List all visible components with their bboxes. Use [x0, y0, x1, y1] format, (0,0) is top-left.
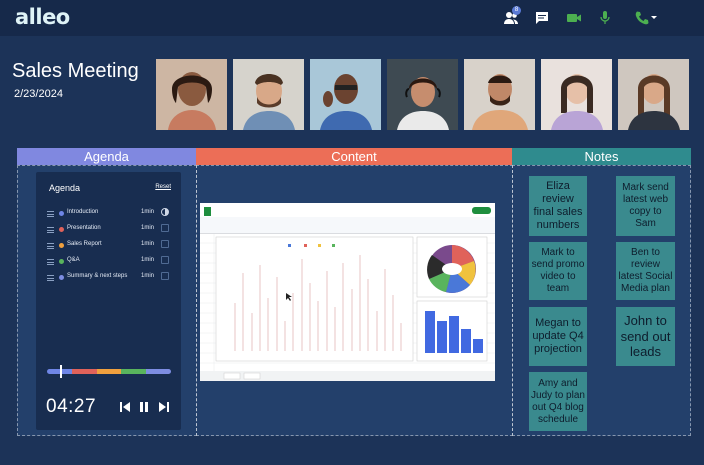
agenda-item-duration: 1min [141, 225, 155, 231]
agenda-item-dot [59, 243, 64, 248]
agenda-progress-bar[interactable] [47, 369, 171, 374]
drag-handle-icon[interactable] [47, 211, 54, 217]
agenda-item-duration: 1min [141, 241, 155, 247]
agenda-item-duration: 1min [141, 209, 155, 215]
agenda-item-label: Sales Report [67, 241, 102, 247]
agenda-header: Agenda [17, 148, 196, 165]
sticky-note[interactable]: Mark to send promo video to team [529, 242, 587, 300]
agenda-card-title: Agenda [49, 183, 81, 193]
chevron-down-icon[interactable] [650, 10, 658, 26]
agenda-item-dot [59, 275, 64, 280]
app-logo[interactable]: alleo [15, 5, 70, 29]
participant-video-5[interactable] [464, 59, 535, 130]
pause-icon[interactable] [138, 401, 150, 413]
agenda-item[interactable]: Summary & next steps 1min [47, 272, 172, 286]
sticky-note[interactable]: Megan to update Q4 projection [529, 307, 587, 366]
agenda-item[interactable]: Introduction 1min [47, 208, 172, 222]
agenda-item[interactable]: Presentation 1min [47, 224, 172, 238]
agenda-reset-link[interactable]: Reset [155, 184, 171, 190]
notes-header: Notes [512, 148, 691, 165]
participant-video-1[interactable] [156, 59, 227, 130]
participant-video-6[interactable] [541, 59, 612, 130]
agenda-item-dot [59, 211, 64, 216]
agenda-item-duration: 1min [141, 257, 155, 263]
drag-handle-icon[interactable] [47, 243, 54, 249]
sticky-note[interactable]: Ben to review latest Social Media plan [616, 242, 675, 300]
sticky-note[interactable]: Eliza review final sales numbers [529, 176, 587, 236]
next-icon[interactable] [158, 401, 170, 413]
participants-badge: 8 [512, 6, 521, 15]
sticky-note[interactable]: Amy and Judy to plan out Q4 blog schedul… [529, 372, 587, 431]
agenda-item-progress-icon [161, 208, 169, 216]
agenda-item[interactable]: Sales Report 1min [47, 240, 172, 254]
participant-video-4[interactable] [387, 59, 458, 130]
agenda-item-duration: 1min [141, 273, 155, 279]
drag-handle-icon[interactable] [47, 227, 54, 233]
agenda-item[interactable]: Q&A 1min [47, 256, 172, 270]
agenda-item-label: Introduction [67, 209, 99, 215]
participant-video-7[interactable] [618, 59, 689, 130]
agenda-item-checkbox[interactable] [161, 256, 169, 264]
shared-spreadsheet[interactable] [200, 203, 495, 381]
content-header: Content [196, 148, 512, 165]
agenda-item-dot [59, 259, 64, 264]
sheets-logo-icon [204, 207, 211, 216]
agenda-card: Agenda Reset Introduction 1min Presentat… [36, 172, 181, 430]
progress-marker[interactable] [60, 365, 62, 378]
agenda-item-checkbox[interactable] [161, 240, 169, 248]
microphone-icon[interactable] [597, 10, 613, 26]
participant-video-2[interactable] [233, 59, 304, 130]
chat-icon[interactable] [534, 10, 550, 26]
previous-icon[interactable] [119, 401, 131, 413]
drag-handle-icon[interactable] [47, 275, 54, 281]
agenda-item-dot [59, 227, 64, 232]
meeting-title: Sales Meeting [12, 60, 139, 82]
camera-icon[interactable] [566, 10, 582, 26]
agenda-item-checkbox[interactable] [161, 272, 169, 280]
agenda-item-label: Summary & next steps [67, 273, 128, 279]
participant-video-3[interactable] [310, 59, 381, 130]
drag-handle-icon[interactable] [47, 259, 54, 265]
sticky-note[interactable]: John to send out leads [616, 307, 675, 366]
agenda-item-label: Q&A [67, 257, 80, 263]
agenda-item-checkbox[interactable] [161, 224, 169, 232]
agenda-timer: 04:27 [46, 396, 97, 417]
meeting-date: 2/23/2024 [14, 88, 63, 100]
sticky-note[interactable]: Mark send latest web copy to Sam [616, 176, 675, 236]
spreadsheet-view [200, 207, 495, 381]
phone-icon[interactable] [634, 10, 650, 26]
agenda-item-label: Presentation [67, 225, 101, 231]
